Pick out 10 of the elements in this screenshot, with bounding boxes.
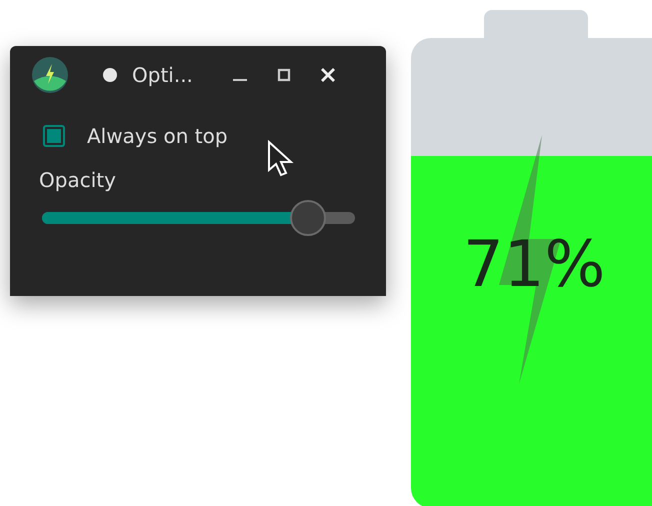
opacity-label: Opacity (39, 168, 117, 192)
minimize-icon (233, 79, 247, 81)
checkbox-label[interactable]: Always on top (87, 124, 228, 148)
app-icon (32, 57, 68, 93)
checkbox[interactable] (43, 125, 65, 147)
slider-handle[interactable] (290, 200, 326, 236)
cursor-icon (267, 140, 295, 178)
window-title: Opti... (132, 63, 194, 87)
battery-percentage: 71% (463, 228, 606, 302)
opacity-slider[interactable] (42, 200, 355, 236)
